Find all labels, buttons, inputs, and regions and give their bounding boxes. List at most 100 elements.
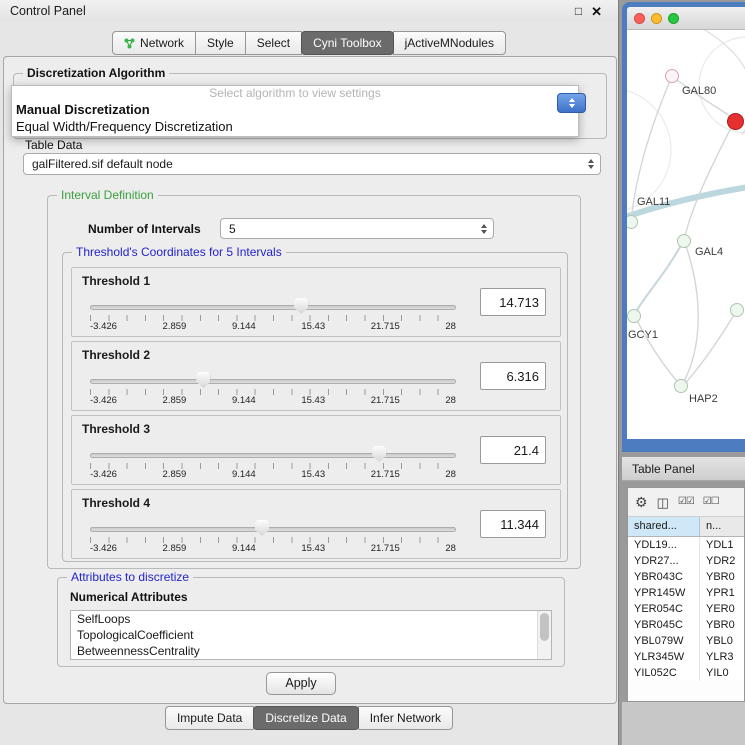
- slider-thumb[interactable]: [294, 298, 308, 314]
- network-node[interactable]: [665, 69, 679, 83]
- column-header-shared-name[interactable]: shared...: [628, 517, 700, 536]
- tab-impute-data[interactable]: Impute Data: [165, 706, 254, 730]
- node-label: GAL11: [637, 196, 670, 208]
- cell-shared-name: YER054C: [628, 601, 700, 617]
- list-item[interactable]: TopologicalCoefficient: [71, 627, 551, 643]
- close-icon[interactable]: ✕: [591, 5, 602, 18]
- list-item[interactable]: SelfLoops: [71, 611, 551, 627]
- network-canvas[interactable]: GAL80 GAL11 GAL4 GCY1 HAP2: [627, 30, 745, 435]
- tab-select[interactable]: Select: [245, 31, 302, 55]
- network-node[interactable]: [627, 309, 641, 323]
- combo-stepper-icon: [481, 224, 487, 234]
- slider-scale: -3.426 2.859 9.144 15.43 21.715 28: [90, 469, 456, 480]
- scale-tick-label: 2.859: [163, 469, 187, 480]
- attributes-group-title: Attributes to discretize: [67, 570, 193, 584]
- column-header-name[interactable]: n...: [700, 517, 744, 536]
- select-none-icon[interactable]: ☑☐: [703, 497, 719, 507]
- table-row[interactable]: YBR045CYBR0: [628, 617, 744, 633]
- threshold-label: Threshold 1: [82, 274, 150, 288]
- scale-tick-label: 28: [445, 395, 456, 406]
- columns-icon[interactable]: ◫: [657, 496, 669, 509]
- scale-tick-label: 15.43: [301, 321, 325, 332]
- node-table: ⚙ ◫ ☑☑ ☑☐ shared... n... YDL19...YDL1 YD…: [627, 487, 745, 702]
- slider-track[interactable]: [90, 527, 456, 532]
- slider-thumb[interactable]: [196, 372, 210, 388]
- zoom-traffic-light-icon[interactable]: [668, 13, 679, 24]
- number-of-intervals-combo[interactable]: 5: [220, 218, 494, 239]
- cell-shared-name: YBL079W: [628, 633, 700, 649]
- scale-tick-label: 2.859: [163, 395, 187, 406]
- table-row[interactable]: YDR27...YDR2: [628, 553, 744, 569]
- slider-track[interactable]: [90, 379, 456, 384]
- tab-jactivemnodules[interactable]: jActiveMNodules: [393, 31, 506, 55]
- table-row[interactable]: YIL052CYIL0: [628, 665, 744, 681]
- table-header-row: shared... n...: [628, 517, 744, 537]
- table-row[interactable]: YER054CYER0: [628, 601, 744, 617]
- threshold-3-value[interactable]: 21.4: [480, 436, 546, 464]
- attributes-group: Attributes to discretize Numerical Attri…: [57, 577, 565, 667]
- list-item[interactable]: BetweennessCentrality: [71, 643, 551, 659]
- float-icon[interactable]: □: [575, 5, 582, 17]
- scale-tick-label: 15.43: [301, 543, 325, 554]
- tab-label: Impute Data: [177, 710, 242, 726]
- scale-tick-label: 21.715: [371, 543, 400, 554]
- threshold-2-value[interactable]: 6.316: [480, 362, 546, 390]
- network-node[interactable]: [674, 379, 688, 393]
- cell-name: YLR3: [700, 649, 744, 665]
- scale-tick-label: -3.426: [90, 469, 117, 480]
- threshold-2-slider[interactable]: -3.426 2.859 9.144 15.43 21.715 28: [90, 372, 456, 406]
- table-row[interactable]: YBR043CYBR0: [628, 569, 744, 585]
- tab-style[interactable]: Style: [195, 31, 246, 55]
- threshold-4-slider[interactable]: -3.426 2.859 9.144 15.43 21.715 28: [90, 520, 456, 554]
- table-panel-header: Table Panel: [622, 456, 745, 481]
- tab-label: Style: [207, 35, 234, 51]
- tab-network[interactable]: Network: [112, 31, 196, 55]
- table-data-combo[interactable]: galFiltered.sif default node: [23, 153, 601, 175]
- control-panel: Control Panel □ ✕ Network Style Select C…: [0, 0, 619, 745]
- slider-thumb[interactable]: [372, 446, 386, 462]
- apply-button[interactable]: Apply: [266, 672, 336, 695]
- threshold-2-box: Threshold 2 -3.426 2.859 9.144 15.43 21.…: [71, 341, 561, 411]
- algorithm-option-equal-width[interactable]: Equal Width/Frequency Discretization: [12, 118, 578, 135]
- select-all-icon[interactable]: ☑☑: [678, 497, 694, 507]
- table-row[interactable]: YPR145WYPR1: [628, 585, 744, 601]
- algorithm-option-manual[interactable]: Manual Discretization: [12, 101, 578, 118]
- table-row[interactable]: YLR345WYLR3: [628, 649, 744, 665]
- bottom-tab-bar: Impute Data Discretize Data Infer Networ…: [0, 706, 618, 730]
- scale-tick-label: 2.859: [163, 543, 187, 554]
- tab-cyni-toolbox[interactable]: Cyni Toolbox: [301, 31, 393, 55]
- slider-scale: -3.426 2.859 9.144 15.43 21.715 28: [90, 543, 456, 554]
- scrollbar-thumb[interactable]: [540, 613, 549, 641]
- gear-icon[interactable]: ⚙: [635, 495, 648, 509]
- tab-discretize-data[interactable]: Discretize Data: [253, 706, 358, 730]
- scale-tick-label: -3.426: [90, 543, 117, 554]
- close-traffic-light-icon[interactable]: [634, 13, 645, 24]
- list-scrollbar[interactable]: [537, 611, 551, 659]
- algorithm-combo-stepper[interactable]: [557, 93, 586, 113]
- table-rows: YDL19...YDL1 YDR27...YDR2 YBR043CYBR0 YP…: [628, 537, 744, 681]
- scale-tick-label: 2.859: [163, 321, 187, 332]
- node-label: GAL4: [695, 246, 723, 258]
- threshold-3-slider[interactable]: -3.426 2.859 9.144 15.43 21.715 28: [90, 446, 456, 480]
- threshold-1-value[interactable]: 14.713: [480, 288, 546, 316]
- network-node[interactable]: [677, 234, 691, 248]
- network-node[interactable]: [730, 303, 744, 317]
- tab-label: Infer Network: [370, 710, 441, 726]
- numerical-attributes-label: Numerical Attributes: [70, 590, 188, 604]
- network-view-window: GAL80 GAL11 GAL4 GCY1 HAP2: [622, 2, 745, 452]
- minimize-traffic-light-icon[interactable]: [651, 13, 662, 24]
- threshold-4-value[interactable]: 11.344: [480, 510, 546, 538]
- tab-infer-network[interactable]: Infer Network: [358, 706, 453, 730]
- threshold-1-slider[interactable]: -3.426 2.859 9.144 15.43 21.715 28: [90, 298, 456, 332]
- scale-tick-label: -3.426: [90, 321, 117, 332]
- table-row[interactable]: YBL079WYBL0: [628, 633, 744, 649]
- table-row[interactable]: YDL19...YDL1: [628, 537, 744, 553]
- panel-title: Control Panel: [10, 4, 86, 18]
- slider-track[interactable]: [90, 305, 456, 310]
- right-panel-filler: [622, 702, 745, 745]
- number-of-intervals-value: 5: [229, 222, 236, 236]
- slider-thumb[interactable]: [255, 520, 269, 536]
- slider-track[interactable]: [90, 453, 456, 458]
- cell-shared-name: YIL052C: [628, 665, 700, 681]
- network-node-selected[interactable]: [727, 113, 744, 130]
